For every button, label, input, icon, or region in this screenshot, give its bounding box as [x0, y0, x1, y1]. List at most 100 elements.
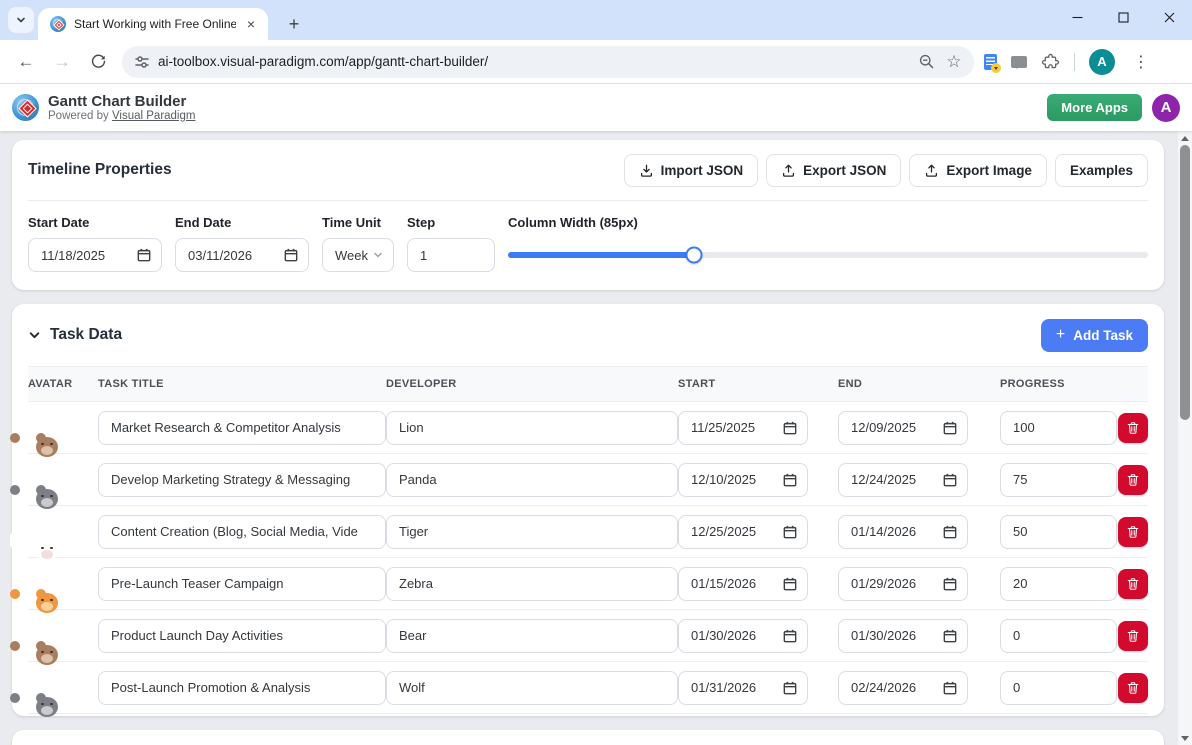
end-date-input[interactable]: 12/24/2025: [838, 463, 968, 497]
progress-input[interactable]: [1000, 619, 1117, 653]
calendar-icon[interactable]: [943, 421, 957, 435]
end-date-input[interactable]: 12/09/2025: [838, 411, 968, 445]
bookmark-star-icon[interactable]: ☆: [940, 48, 968, 76]
url-text[interactable]: ai-toolbox.visual-paradigm.com/app/gantt…: [158, 54, 912, 69]
visual-paradigm-link[interactable]: Visual Paradigm: [112, 110, 196, 122]
window-close-button[interactable]: [1146, 0, 1192, 34]
developer-input[interactable]: [386, 671, 678, 705]
step-input[interactable]: [407, 238, 495, 272]
zoom-out-icon[interactable]: [912, 48, 940, 76]
task-title-input[interactable]: [98, 619, 386, 653]
window-maximize-button[interactable]: [1100, 0, 1146, 34]
start-date-value: 11/18/2025: [41, 248, 105, 263]
back-button[interactable]: ←: [10, 46, 42, 78]
end-date-input[interactable]: 01/14/2026: [838, 515, 968, 549]
page-scrollbar[interactable]: [1178, 131, 1192, 745]
start-date-input[interactable]: 12/25/2025: [678, 515, 808, 549]
progress-input[interactable]: [1000, 671, 1117, 705]
scrollbar-down-arrow[interactable]: [1178, 731, 1192, 745]
end-date-input[interactable]: 01/29/2026: [838, 567, 968, 601]
table-row: 12/10/2025 12/24/2025: [28, 454, 1148, 506]
delete-task-button[interactable]: [1118, 413, 1148, 443]
developer-input[interactable]: [386, 515, 678, 549]
slider-thumb[interactable]: [685, 247, 702, 264]
slider-track[interactable]: [508, 252, 1148, 258]
start-date-input[interactable]: 12/10/2025: [678, 463, 808, 497]
delete-task-button[interactable]: [1118, 673, 1148, 703]
start-date-input[interactable]: 11/25/2025: [678, 411, 808, 445]
end-date-value: 01/30/2026: [851, 628, 916, 643]
user-avatar[interactable]: A: [1152, 94, 1180, 122]
toolbar-divider: [1074, 53, 1075, 71]
docs-offline-icon[interactable]: [984, 54, 997, 70]
start-date-input[interactable]: 01/31/2026: [678, 671, 808, 705]
browser-tab[interactable]: Start Working with Free Online ×: [38, 8, 268, 40]
delete-task-button[interactable]: [1118, 621, 1148, 651]
examples-button[interactable]: Examples: [1055, 154, 1148, 187]
calendar-icon[interactable]: [943, 577, 957, 591]
add-task-button[interactable]: + Add Task: [1041, 319, 1148, 352]
start-date-input[interactable]: 01/30/2026: [678, 619, 808, 653]
trash-icon: [1126, 421, 1140, 435]
timeline-properties-card: Timeline Properties Import JSON Export J…: [12, 140, 1164, 290]
progress-input[interactable]: [1000, 567, 1117, 601]
calendar-icon[interactable]: [783, 681, 797, 695]
new-tab-button[interactable]: +: [282, 12, 306, 36]
chat-icon[interactable]: [1011, 56, 1027, 68]
scrollbar-up-arrow[interactable]: [1178, 131, 1192, 145]
window-minimize-button[interactable]: [1054, 0, 1100, 34]
end-date-input[interactable]: 03/11/2026: [175, 238, 309, 272]
calendar-icon[interactable]: [943, 681, 957, 695]
forward-button: →: [46, 46, 78, 78]
calendar-icon[interactable]: [943, 629, 957, 643]
reload-button[interactable]: [82, 46, 114, 78]
upload-icon: [924, 163, 939, 178]
task-title-input[interactable]: [98, 411, 386, 445]
tab-search-button[interactable]: [8, 7, 34, 33]
developer-input[interactable]: [386, 463, 678, 497]
calendar-icon[interactable]: [943, 525, 957, 539]
browser-menu-icon[interactable]: ⋮: [1129, 52, 1153, 72]
calendar-icon[interactable]: [783, 473, 797, 487]
calendar-icon[interactable]: [943, 473, 957, 487]
calendar-icon[interactable]: [284, 248, 298, 262]
start-date-input[interactable]: 01/15/2026: [678, 567, 808, 601]
delete-task-button[interactable]: [1118, 465, 1148, 495]
calendar-icon[interactable]: [137, 248, 151, 262]
delete-task-button[interactable]: [1118, 569, 1148, 599]
browser-profile-avatar[interactable]: A: [1089, 49, 1115, 75]
developer-input[interactable]: [386, 619, 678, 653]
address-bar[interactable]: ai-toolbox.visual-paradigm.com/app/gantt…: [122, 46, 974, 78]
end-date-value: 01/14/2026: [851, 524, 916, 539]
task-title-input[interactable]: [98, 567, 386, 601]
task-title-input[interactable]: [98, 515, 386, 549]
calendar-icon[interactable]: [783, 421, 797, 435]
export-json-button[interactable]: Export JSON: [766, 154, 901, 187]
delete-task-button[interactable]: [1118, 517, 1148, 547]
end-date-input[interactable]: 01/30/2026: [838, 619, 968, 653]
start-date-value: 01/31/2026: [691, 680, 756, 695]
calendar-icon[interactable]: [783, 525, 797, 539]
import-json-button[interactable]: Import JSON: [624, 154, 759, 187]
developer-input[interactable]: [386, 567, 678, 601]
calendar-icon[interactable]: [783, 577, 797, 591]
tab-close-icon[interactable]: ×: [242, 15, 260, 33]
start-date-input[interactable]: 11/18/2025: [28, 238, 162, 272]
end-date-input[interactable]: 02/24/2026: [838, 671, 968, 705]
progress-input[interactable]: [1000, 411, 1117, 445]
more-apps-button[interactable]: More Apps: [1047, 94, 1142, 121]
scrollbar-thumb[interactable]: [1180, 145, 1190, 420]
task-title-input[interactable]: [98, 463, 386, 497]
export-image-button[interactable]: Export Image: [909, 154, 1047, 187]
progress-input[interactable]: [1000, 463, 1117, 497]
extensions-puzzle-icon[interactable]: [1041, 52, 1060, 71]
progress-input[interactable]: [1000, 515, 1117, 549]
calendar-icon[interactable]: [783, 629, 797, 643]
tune-icon[interactable]: [134, 54, 150, 70]
collapse-chevron-icon[interactable]: [28, 329, 41, 342]
developer-input[interactable]: [386, 411, 678, 445]
task-title-input[interactable]: [98, 671, 386, 705]
column-width-slider[interactable]: [508, 238, 1148, 272]
col-task-title: TASK TITLE: [98, 378, 386, 390]
time-unit-select[interactable]: Week: [322, 238, 394, 272]
